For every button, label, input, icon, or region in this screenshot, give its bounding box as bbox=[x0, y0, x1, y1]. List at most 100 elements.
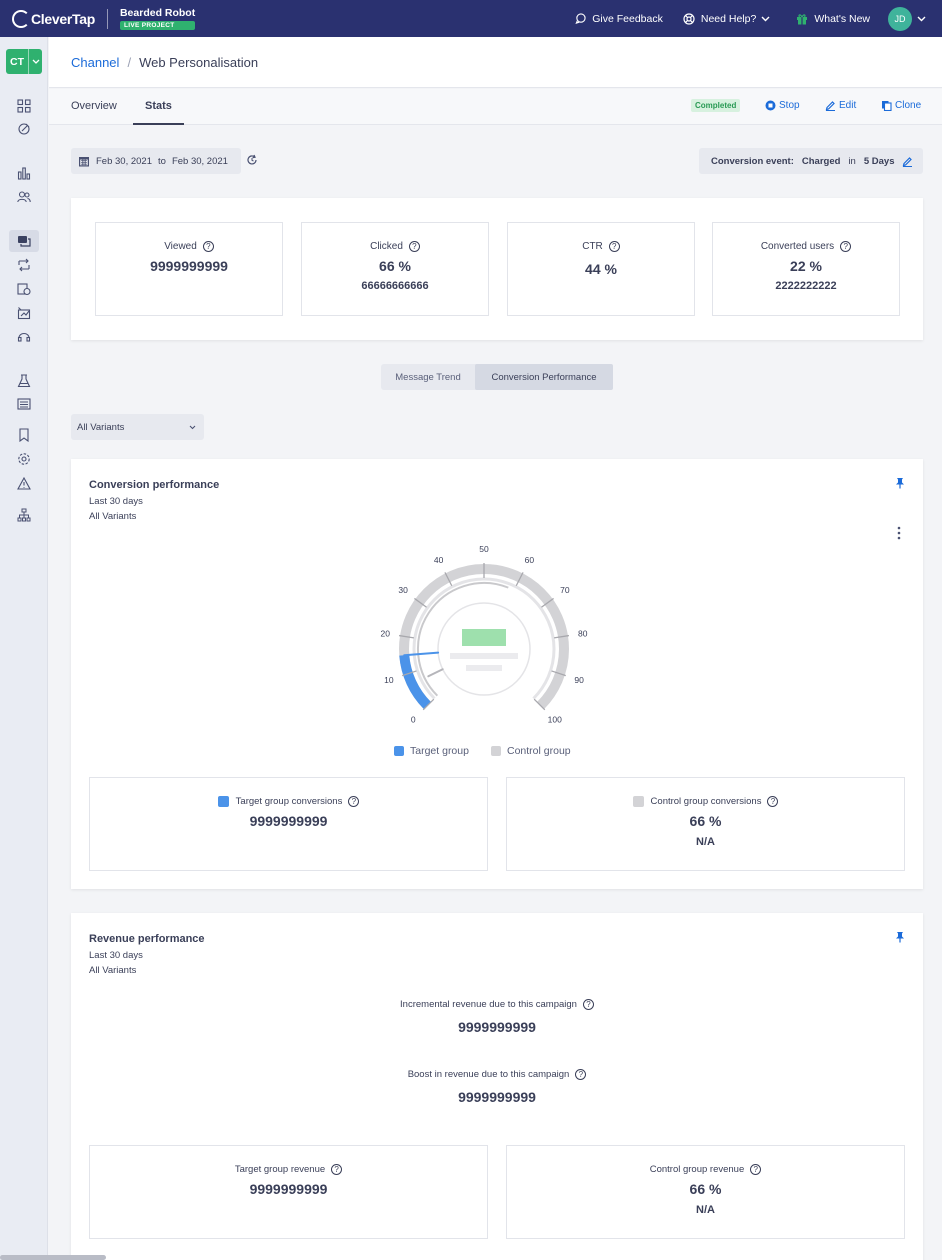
help-icon[interactable]: ? bbox=[348, 796, 360, 807]
view-toggle: Message Trend Conversion Performance bbox=[381, 364, 613, 390]
card-title: Revenue performance bbox=[89, 933, 205, 945]
copy-icon bbox=[882, 101, 892, 111]
edit-label: Edit bbox=[839, 100, 857, 111]
control-group-revenue-box: Control group revenue? 66 % N/A bbox=[506, 1145, 905, 1239]
toggle-message-trend[interactable]: Message Trend bbox=[381, 364, 475, 390]
clone-label: Clone bbox=[895, 100, 922, 111]
box-label: Target group conversions bbox=[235, 796, 343, 807]
journeys-icon[interactable] bbox=[16, 257, 32, 273]
stat-count: 66666666666 bbox=[361, 280, 429, 292]
more-options-icon[interactable] bbox=[897, 526, 901, 540]
gauge-target-needle bbox=[403, 651, 440, 657]
incremental-revenue-label: Incremental revenue due to this campaign… bbox=[71, 999, 923, 1010]
variant-select[interactable]: All Variants bbox=[71, 414, 204, 440]
target-swatch bbox=[217, 796, 229, 807]
help-icon[interactable]: ? bbox=[331, 1164, 343, 1175]
whats-new-link[interactable]: What's New bbox=[796, 13, 870, 25]
stat-value: 9999999999 bbox=[150, 258, 228, 274]
pencil-icon[interactable] bbox=[902, 156, 913, 167]
user-avatar[interactable]: JD bbox=[888, 6, 912, 31]
clevertap-logo[interactable]: CleverTap bbox=[12, 9, 95, 28]
refresh-icon[interactable] bbox=[246, 154, 258, 166]
gauge-tick-label: 60 bbox=[525, 555, 535, 565]
gauge-sublabel-placeholder bbox=[466, 665, 502, 671]
help-icon[interactable]: ? bbox=[582, 999, 594, 1010]
breadcrumb-channel-link[interactable]: Channel bbox=[71, 55, 119, 70]
project-switcher[interactable]: Bearded Robot LIVE PROJECT bbox=[119, 7, 196, 30]
stat-label: Clicked bbox=[370, 241, 403, 252]
hierarchy-icon[interactable] bbox=[16, 507, 32, 523]
help-icon[interactable]: ? bbox=[575, 1069, 587, 1080]
target-group-revenue-box: Target group revenue? 9999999999 bbox=[89, 1145, 488, 1239]
alerts-icon[interactable] bbox=[16, 475, 32, 491]
box-value: 66 % bbox=[689, 1181, 722, 1197]
label-text: Boost in revenue due to this campaign bbox=[407, 1069, 570, 1080]
conversion-event-summary[interactable]: Conversion event: Charged in 5 Days bbox=[699, 148, 923, 174]
conversion-event-name: Charged bbox=[801, 155, 841, 167]
give-feedback-link[interactable]: Give Feedback bbox=[575, 13, 663, 25]
bookmark-icon[interactable] bbox=[16, 427, 32, 443]
catalog-icon[interactable] bbox=[16, 396, 32, 412]
variant-select-value: All Variants bbox=[77, 421, 125, 433]
stop-button[interactable]: Stop bbox=[765, 100, 800, 111]
legend-control-group: Control group bbox=[491, 745, 571, 757]
toggle-conversion-performance[interactable]: Conversion Performance bbox=[475, 364, 613, 390]
segments-icon[interactable] bbox=[16, 189, 32, 205]
chat-bubble-icon bbox=[575, 13, 586, 24]
help-icon[interactable]: ? bbox=[202, 241, 214, 252]
gauge-tick-label: 30 bbox=[398, 585, 408, 595]
conversion-gauge: 0 10 20 30 40 50 60 70 80 90 100 bbox=[380, 544, 587, 725]
support-icon[interactable] bbox=[16, 329, 32, 345]
date-range-picker[interactable]: Feb 30, 2021 to Feb 30, 2021 bbox=[71, 148, 241, 174]
logo-mark-icon bbox=[12, 9, 30, 28]
label-text: Incremental revenue due to this campaign bbox=[400, 999, 577, 1010]
account-badge: CT bbox=[10, 55, 24, 68]
experiments-icon[interactable] bbox=[16, 305, 32, 321]
chevron-down-icon[interactable] bbox=[917, 16, 926, 22]
lab-icon[interactable] bbox=[16, 373, 32, 389]
page-header: Channel / Web Personalisation bbox=[49, 37, 942, 88]
gauge-tick-label: 50 bbox=[479, 544, 489, 554]
grid-icon[interactable] bbox=[16, 98, 32, 114]
need-help-label: Need Help? bbox=[700, 12, 757, 25]
help-icon[interactable]: ? bbox=[750, 1164, 762, 1175]
gauge-value-placeholder bbox=[462, 629, 506, 646]
chevron-down-icon bbox=[761, 16, 770, 21]
stat-clicked: Clicked? 66 % 66666666666 bbox=[301, 222, 489, 316]
help-icon[interactable]: ? bbox=[767, 796, 779, 807]
edit-button[interactable]: Edit bbox=[825, 100, 856, 111]
conversion-event-label: Conversion event: bbox=[711, 155, 794, 167]
legend-label: Control group bbox=[507, 745, 571, 757]
help-icon[interactable]: ? bbox=[408, 241, 420, 252]
card-period: Last 30 days bbox=[89, 496, 143, 507]
campaigns-icon[interactable] bbox=[16, 281, 32, 297]
analytics-icon[interactable] bbox=[16, 165, 32, 181]
date-from: Feb 30, 2021 bbox=[96, 155, 152, 167]
clone-button[interactable]: Clone bbox=[881, 100, 921, 111]
settings-icon[interactable] bbox=[16, 451, 32, 467]
stat-ctr: CTR? 44 % bbox=[507, 222, 695, 316]
date-to-label: to bbox=[158, 155, 166, 167]
whats-new-label: What's New bbox=[814, 12, 870, 25]
tab-stats[interactable]: Stats bbox=[133, 89, 184, 125]
messages-icon[interactable] bbox=[9, 230, 39, 252]
card-period: Last 30 days bbox=[89, 950, 143, 961]
gauge-tick-label: 10 bbox=[384, 675, 394, 685]
pin-icon[interactable] bbox=[895, 931, 905, 943]
horizontal-scrollbar[interactable] bbox=[0, 1255, 106, 1260]
integration-icon[interactable] bbox=[16, 121, 32, 137]
gift-icon bbox=[797, 13, 808, 24]
box-sub-value: N/A bbox=[696, 836, 715, 848]
calendar-icon bbox=[79, 157, 89, 167]
help-icon[interactable]: ? bbox=[608, 241, 620, 252]
box-value: 9999999999 bbox=[249, 1181, 328, 1197]
account-switcher-button[interactable]: CT bbox=[6, 49, 42, 74]
need-help-menu[interactable]: Need Help? bbox=[683, 13, 776, 25]
card-variants: All Variants bbox=[89, 965, 137, 976]
help-icon[interactable]: ? bbox=[840, 241, 852, 252]
chevron-down-icon bbox=[32, 59, 40, 64]
breadcrumb-separator: / bbox=[127, 54, 132, 70]
tab-overview[interactable]: Overview bbox=[71, 89, 117, 125]
pin-icon[interactable] bbox=[895, 477, 905, 489]
pencil-icon bbox=[825, 101, 835, 111]
